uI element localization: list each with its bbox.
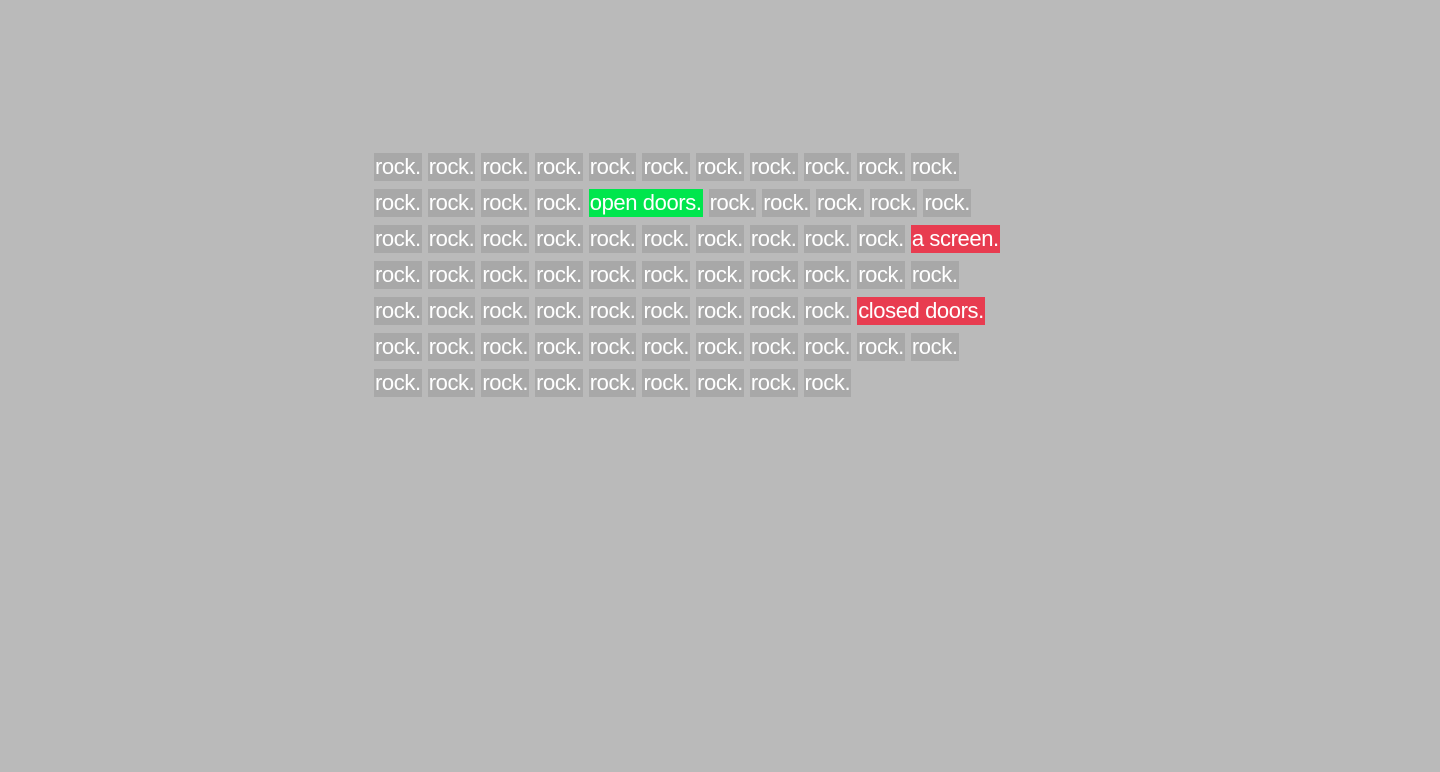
closed-doors-word[interactable]: closed doors.	[857, 297, 985, 325]
rock-word[interactable]: rock.	[535, 153, 583, 181]
rock-word[interactable]: rock.	[481, 189, 530, 217]
rock-word[interactable]: rock.	[857, 153, 905, 181]
rock-word[interactable]: rock.	[696, 369, 744, 397]
rock-word[interactable]: rock.	[642, 333, 691, 361]
rock-word[interactable]: rock.	[481, 369, 530, 397]
rock-word[interactable]: rock.	[642, 369, 691, 397]
rock-word[interactable]: rock.	[696, 261, 744, 289]
rock-word[interactable]: rock.	[374, 189, 422, 217]
rock-word[interactable]: rock.	[749, 369, 798, 397]
rock-word[interactable]: rock.	[481, 225, 530, 253]
rock-word[interactable]: rock.	[857, 225, 905, 253]
rock-word[interactable]: rock.	[535, 261, 583, 289]
rock-word[interactable]: rock.	[803, 261, 852, 289]
rock-word[interactable]: rock.	[803, 369, 852, 397]
rock-word[interactable]: rock.	[642, 153, 691, 181]
rock-word[interactable]: rock.	[427, 189, 476, 217]
word-grid: rock. rock. rock. rock. rock. rock. rock. rock.…	[374, 153, 1094, 405]
rock-word[interactable]: rock.	[481, 333, 530, 361]
rock-word[interactable]: rock.	[803, 153, 852, 181]
rock-word[interactable]: rock.	[642, 261, 691, 289]
rock-word[interactable]: rock.	[857, 333, 905, 361]
rock-word[interactable]: rock.	[427, 261, 476, 289]
word-row: rock. rock. rock. rock. rock. rock. rock. rock.…	[374, 261, 1094, 289]
rock-word[interactable]: rock.	[374, 333, 422, 361]
rock-word[interactable]: rock.	[642, 297, 691, 325]
word-row: rock. rock. rock. rock. rock. rock. rock. rock.…	[374, 297, 1094, 325]
rock-word[interactable]: rock.	[803, 297, 852, 325]
rock-word[interactable]: rock.	[481, 297, 530, 325]
rock-word[interactable]: rock.	[374, 297, 422, 325]
screen-word[interactable]: a screen.	[910, 225, 1000, 253]
word-row: rock. rock. rock. rock. open doors. rock. rock…	[374, 189, 1094, 217]
rock-word[interactable]: rock.	[588, 369, 637, 397]
rock-word[interactable]: rock.	[588, 333, 637, 361]
rock-word[interactable]: rock.	[708, 189, 757, 217]
word-row: rock. rock. rock. rock. rock. rock. rock. rock.…	[374, 153, 1094, 181]
rock-word[interactable]: rock.	[481, 261, 530, 289]
rock-word[interactable]: rock.	[588, 225, 637, 253]
rock-word[interactable]: rock.	[815, 189, 864, 217]
rock-word[interactable]: rock.	[749, 225, 798, 253]
rock-word[interactable]: rock.	[374, 261, 422, 289]
rock-word[interactable]: rock.	[749, 153, 798, 181]
word-row: rock. rock. rock. rock. rock. rock. rock. rock.…	[374, 225, 1094, 253]
word-row: rock. rock. rock. rock. rock. rock. rock. rock.…	[374, 369, 1094, 397]
rock-word[interactable]: rock.	[749, 297, 798, 325]
rock-word[interactable]: rock.	[749, 333, 798, 361]
rock-word[interactable]: rock.	[374, 153, 422, 181]
rock-word[interactable]: rock.	[427, 369, 476, 397]
rock-word[interactable]: rock.	[803, 225, 852, 253]
rock-word[interactable]: rock.	[762, 189, 810, 217]
rock-word[interactable]: rock.	[535, 189, 583, 217]
rock-word[interactable]: rock.	[910, 153, 959, 181]
rock-word[interactable]: rock.	[696, 333, 744, 361]
rock-word[interactable]: rock.	[374, 369, 422, 397]
rock-word[interactable]: rock.	[910, 261, 959, 289]
rock-word[interactable]: rock.	[642, 225, 691, 253]
word-row: rock. rock. rock. rock. rock. rock. rock. rock.…	[374, 333, 1094, 361]
rock-word[interactable]: rock.	[696, 225, 744, 253]
rock-word[interactable]: rock.	[857, 261, 905, 289]
rock-word[interactable]: rock.	[535, 333, 583, 361]
rock-word[interactable]: rock.	[588, 261, 637, 289]
rock-word[interactable]: rock.	[535, 369, 583, 397]
rock-word[interactable]: rock.	[535, 297, 583, 325]
open-doors-word[interactable]: open doors.	[588, 189, 703, 217]
rock-word[interactable]: rock.	[803, 333, 852, 361]
rock-word[interactable]: rock.	[588, 297, 637, 325]
rock-word[interactable]: rock.	[481, 153, 530, 181]
rock-word[interactable]: rock.	[923, 189, 971, 217]
rock-word[interactable]: rock.	[910, 333, 959, 361]
rock-word[interactable]: rock.	[869, 189, 918, 217]
rock-word[interactable]: rock.	[374, 225, 422, 253]
rock-word[interactable]: rock.	[427, 225, 476, 253]
rock-word[interactable]: rock.	[696, 297, 744, 325]
rock-word[interactable]: rock.	[535, 225, 583, 253]
rock-word[interactable]: rock.	[427, 333, 476, 361]
rock-word[interactable]: rock.	[427, 153, 476, 181]
rock-word[interactable]: rock.	[588, 153, 637, 181]
rock-word[interactable]: rock.	[749, 261, 798, 289]
rock-word[interactable]: rock.	[696, 153, 744, 181]
rock-word[interactable]: rock.	[427, 297, 476, 325]
game-stage: rock. rock. rock. rock. rock. rock. rock. rock.…	[0, 0, 1440, 772]
